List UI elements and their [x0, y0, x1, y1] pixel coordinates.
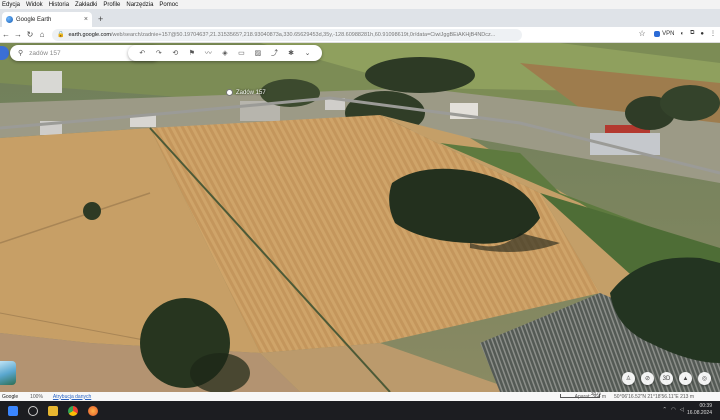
compass-icon[interactable]: ▲ [679, 372, 692, 385]
back-icon[interactable]: ← [0, 30, 12, 39]
home-icon[interactable]: ⌂ [36, 30, 48, 39]
settings-icon[interactable]: ✱ [285, 49, 297, 57]
place-label: Zadów 157 [236, 89, 266, 96]
place-pin-icon [226, 89, 233, 96]
layers-icon[interactable]: ◈ [219, 49, 231, 57]
search-query: zadów 157 [29, 49, 61, 57]
earth-status-bar: Google 100% Atrybucja danych Aparat: 364… [0, 392, 720, 401]
photo-icon[interactable]: ▨ [252, 49, 264, 57]
path-icon[interactable]: 〰 [202, 48, 214, 58]
my-location-icon[interactable]: ◎ [698, 372, 711, 385]
earth-3d-view[interactable] [0, 43, 720, 392]
google-brand: Google [2, 393, 19, 400]
firefox-icon[interactable] [88, 405, 98, 416]
undo-icon[interactable]: ↶ [136, 49, 148, 57]
windows-start-icon[interactable] [8, 405, 18, 416]
vpn-button[interactable]: VPN [654, 30, 675, 37]
menu-item-edycja[interactable]: Edycja [2, 2, 20, 8]
menu-item-historia[interactable]: Historia [49, 2, 69, 8]
toolbar-right: ☆ VPN ◐ ⧉ ● ⋮ [636, 29, 716, 38]
forward-icon[interactable]: → [12, 30, 24, 39]
menu-bar: Edycja Widok Historia Zakładki Profile N… [0, 0, 720, 9]
browser-toolbar: ← → ↻ ⌂ 🔒 earth.google.com/web/search/za… [0, 27, 720, 43]
close-tab-icon[interactable]: × [84, 16, 88, 23]
aerial-imagery [0, 43, 720, 392]
system-tray: ⌃ ◠ ◁ [662, 407, 684, 413]
menu-item-widok[interactable]: Widok [26, 2, 43, 8]
pegman-icon[interactable]: ♙ [622, 372, 635, 385]
3d-toggle-button[interactable]: 3D [660, 372, 673, 385]
map-style-thumbnail[interactable] [0, 361, 16, 385]
vpn-label: VPN [662, 30, 675, 37]
vpn-icon [654, 30, 661, 37]
lock-icon: 🔒 [57, 32, 65, 38]
menu-item-zakladki[interactable]: Zakładki [75, 2, 97, 8]
reload-icon[interactable]: ↻ [24, 30, 36, 39]
star-icon[interactable]: ☆ [636, 29, 648, 38]
expand-icon[interactable]: ⌄ [302, 49, 314, 57]
placemark-icon[interactable]: ⚑ [186, 49, 198, 57]
attribution-link[interactable]: Atrybucja danych [53, 394, 91, 400]
menu-item-pomoc[interactable]: Pomoc [159, 2, 178, 8]
clock[interactable]: 00:39 16.08.2024 [687, 403, 712, 417]
taskbar: ⌃ ◠ ◁ 00:39 16.08.2024 [0, 401, 720, 420]
clock-time: 00:39 [699, 403, 712, 409]
chevron-up-icon[interactable]: ⌃ [662, 407, 667, 413]
wifi-icon[interactable]: ◠ [671, 407, 676, 413]
no-3d-icon[interactable]: ⊘ [641, 372, 654, 385]
zoom-note: 100% [30, 393, 43, 400]
tab-title: Google Earth [16, 16, 52, 23]
measure-icon[interactable]: ▭ [235, 49, 247, 57]
coordinates: 50°06'16.52"N 21°18'56.11"E 213 m [614, 393, 694, 400]
extension-icon[interactable]: ⧉ [690, 30, 694, 37]
clock-date: 16.08.2024 [686, 410, 712, 416]
volume-icon[interactable]: ◁ [680, 407, 684, 413]
history-icon[interactable]: ⟲ [169, 49, 181, 57]
earth-toolbar: ↶ ↷ ⟲ ⚑ 〰 ◈ ▭ ▨ ⤴ ✱ ⌄ [128, 45, 322, 61]
redo-icon[interactable]: ↷ [153, 49, 165, 57]
file-explorer-icon[interactable] [48, 405, 58, 416]
menu-item-profile[interactable]: Profile [103, 2, 120, 8]
scale-label: 20 m [591, 391, 602, 396]
menu-item-narzedzia[interactable]: Narzędzia [126, 2, 153, 8]
search-icon: ⚲ [18, 50, 24, 57]
taskbar-search-icon[interactable] [28, 405, 38, 416]
new-tab-button[interactable]: + [98, 14, 103, 24]
url-host: earth.google.com [68, 31, 111, 38]
place-marker[interactable]: Zadów 157 [226, 89, 266, 96]
google-earth-icon [6, 16, 13, 23]
url-path: /web/search/zadnie+157@50.1970463?,21.31… [110, 31, 496, 38]
address-bar[interactable]: 🔒 earth.google.com/web/search/zadnie+157… [52, 28, 522, 41]
tab-strip: Google Earth × + [0, 9, 720, 27]
chrome-icon[interactable] [68, 405, 78, 416]
profile-icon[interactable]: ● [700, 31, 704, 37]
share-icon[interactable]: ⤴ [269, 48, 281, 58]
tab-google-earth[interactable]: Google Earth × [2, 12, 92, 27]
more-menu-icon[interactable]: ⋮ [710, 30, 716, 37]
shield-icon[interactable]: ◐ [680, 31, 684, 37]
